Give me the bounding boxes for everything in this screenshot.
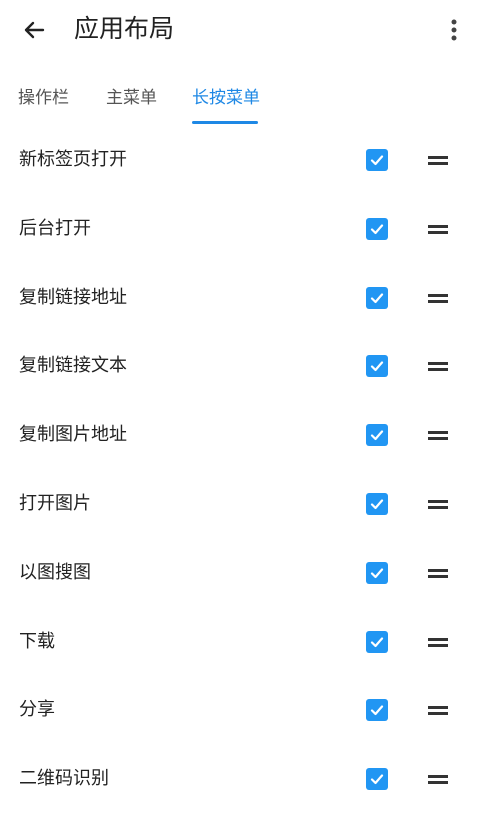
list-item-label: 复制链接地址: [19, 286, 127, 308]
enable-checkbox[interactable]: [366, 149, 388, 171]
enable-checkbox[interactable]: [366, 630, 388, 653]
list-item-label: 新标签页打开: [19, 149, 127, 170]
list-item[interactable]: 复制链接文本: [0, 332, 480, 400]
more-options-button[interactable]: [440, 14, 468, 46]
list-item-label: 复制图片地址: [19, 424, 127, 446]
check-icon: [370, 155, 384, 166]
drag-handle-icon[interactable]: [428, 358, 448, 374]
list-item[interactable]: 复制链接地址: [0, 264, 480, 332]
list-item[interactable]: 新标签页打开: [0, 126, 480, 194]
list-item-label: 复制链接文本: [19, 355, 127, 377]
drag-handle-icon[interactable]: [428, 565, 448, 581]
back-button[interactable]: [18, 14, 50, 46]
check-icon: [370, 430, 384, 441]
list-item-label: 打开图片: [19, 493, 91, 514]
list-item-label: 分享: [19, 699, 55, 721]
tab-long-press-menu[interactable]: 长按菜单: [192, 86, 260, 110]
check-icon: [370, 499, 384, 510]
check-icon: [370, 774, 384, 785]
more-vertical-icon: [451, 19, 457, 41]
list-item[interactable]: 二维码识别: [0, 745, 480, 813]
enable-checkbox[interactable]: [366, 493, 388, 515]
drag-handle-icon[interactable]: [428, 290, 448, 306]
check-icon: [370, 636, 384, 647]
page-title: 应用布局: [74, 14, 175, 43]
app-bar: 应用布局: [0, 0, 480, 60]
check-icon: [370, 568, 384, 578]
list-item[interactable]: 分享: [0, 676, 480, 744]
list-item[interactable]: 打开图片: [0, 470, 480, 538]
drag-handle-icon[interactable]: [428, 496, 448, 512]
drag-handle-icon[interactable]: [428, 152, 448, 168]
enable-checkbox[interactable]: [366, 355, 388, 378]
check-icon: [370, 224, 384, 234]
check-icon: [370, 361, 384, 372]
drag-handle-icon[interactable]: [428, 702, 448, 718]
arrow-left-icon: [24, 21, 45, 39]
list-item[interactable]: 下载: [0, 608, 480, 676]
drag-handle-icon[interactable]: [428, 771, 448, 787]
check-icon: [370, 705, 384, 716]
list-item[interactable]: 复制图片地址: [0, 401, 480, 469]
enable-checkbox[interactable]: [366, 286, 388, 309]
list-item[interactable]: 后台打开: [0, 195, 480, 263]
list-item-label: 后台打开: [19, 217, 91, 239]
list-item[interactable]: 以图搜图: [0, 539, 480, 607]
check-icon: [370, 292, 384, 303]
tab-main-menu[interactable]: 主菜单: [106, 86, 157, 110]
drag-handle-icon[interactable]: [428, 221, 448, 237]
enable-checkbox[interactable]: [366, 424, 388, 447]
enable-checkbox[interactable]: [366, 768, 388, 791]
list-item-label: 二维码识别: [19, 768, 109, 790]
enable-checkbox[interactable]: [366, 217, 388, 240]
list-item-label: 以图搜图: [19, 561, 91, 583]
list-item-label: 下载: [19, 630, 55, 652]
drag-handle-icon[interactable]: [428, 427, 448, 443]
enable-checkbox[interactable]: [366, 561, 388, 584]
tab-bar: 操作栏 主菜单 长按菜单: [0, 76, 480, 126]
enable-checkbox[interactable]: [366, 699, 388, 722]
tab-action-bar[interactable]: 操作栏: [18, 86, 69, 110]
drag-handle-icon[interactable]: [428, 634, 448, 650]
active-tab-indicator: [192, 121, 258, 124]
